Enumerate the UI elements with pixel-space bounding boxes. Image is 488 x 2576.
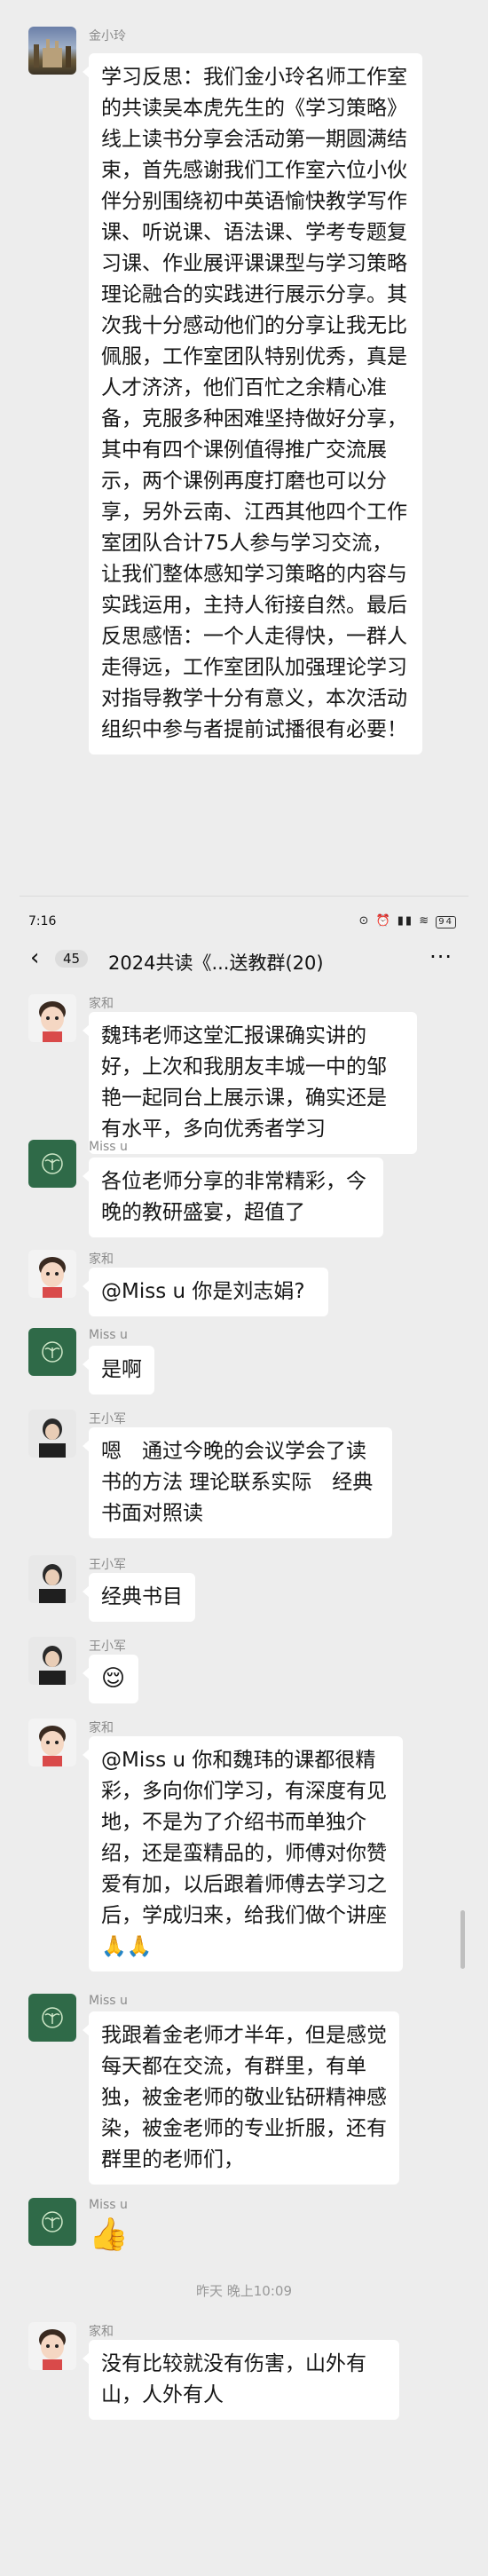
- plant-avatar-icon: [42, 2211, 63, 2232]
- message-bubble[interactable]: @Miss u 你和魏玮的课都很精彩，多向你们学习，有深度有见地，不是为了介绍书…: [83, 1736, 403, 1972]
- avatar[interactable]: [28, 1637, 76, 1685]
- plant-avatar-icon: [42, 2007, 63, 2028]
- chat-header: ‹ 45 2024共读《...送教群(20) ···: [20, 936, 468, 984]
- person-avatar-icon: [39, 1646, 66, 1685]
- sender-name: Miss u: [89, 1140, 128, 1154]
- back-arrow-icon[interactable]: ‹: [30, 946, 39, 969]
- status-time: 7:16: [28, 914, 57, 928]
- child-avatar-icon: [39, 1257, 66, 1298]
- sender-name: Miss u: [89, 1994, 128, 2008]
- screenshot-panel-chat: 7:16 ⊙ ⏰ ▮▮ ≋ 94 ‹ 45 2024共读《...送教群(20) …: [20, 907, 468, 2576]
- avatar[interactable]: [28, 1410, 76, 1458]
- chat-title[interactable]: 2024共读《...送教群(20): [108, 949, 324, 976]
- sender-name: 王小军: [89, 1640, 126, 1654]
- scrollbar-thumb[interactable]: [460, 1910, 465, 1969]
- message-bubble[interactable]: 是啊: [83, 1346, 154, 1395]
- avatar[interactable]: [28, 1719, 76, 1766]
- message-bubble[interactable]: 经典书目: [83, 1573, 195, 1622]
- message-bubble[interactable]: 学习反思：我们金小玲名师工作室的共读吴本虎先生的《学习策略》线上读书分享会活动第…: [83, 53, 422, 755]
- child-avatar-icon: [39, 2329, 66, 2370]
- screenshot-panel-top: 金小玲 学习反思：我们金小玲名师工作室的共读吴本虎先生的《学习策略》线上读书分享…: [20, 0, 468, 897]
- avatar[interactable]: [28, 2198, 76, 2246]
- message-bubble[interactable]: @Miss u 你是刘志娟?: [83, 1268, 328, 1316]
- child-avatar-icon: [39, 1001, 66, 1042]
- avatar[interactable]: [28, 994, 76, 1042]
- avatar[interactable]: [28, 1994, 76, 2042]
- message-bubble[interactable]: 嗯 通过今晚的会议学会了读书的方法 理论联系实际 经典书面对照读: [83, 1427, 392, 1538]
- battery-icon: 94: [436, 916, 456, 928]
- child-avatar-icon: [39, 1726, 66, 1766]
- message-timestamp: 昨天 晚上10:09: [196, 2283, 292, 2299]
- plant-avatar-icon: [42, 1341, 63, 1363]
- avatar[interactable]: [28, 1328, 76, 1376]
- plant-avatar-icon: [42, 1153, 63, 1174]
- avatar[interactable]: [28, 1555, 76, 1603]
- unread-count-badge[interactable]: 45: [55, 950, 89, 968]
- sender-name: 家和: [89, 997, 114, 1011]
- status-bar: 7:16 ⊙ ⏰ ▮▮ ≋ 94: [20, 907, 468, 934]
- signal-wifi-icons: ⊙ ⏰ ▮▮ ≋: [358, 914, 431, 928]
- sender-name: 王小军: [89, 1412, 126, 1426]
- thumbs-up-sticker[interactable]: 👍: [89, 2216, 129, 2255]
- message-bubble[interactable]: 没有比较就没有伤害，山外有山，人外有人: [83, 2340, 399, 2420]
- person-avatar-icon: [39, 1418, 66, 1458]
- person-avatar-icon: [39, 1564, 66, 1603]
- sender-name: 金小玲: [89, 29, 126, 43]
- sender-name: Miss u: [89, 2198, 128, 2212]
- sender-name: Miss u: [89, 1328, 128, 1342]
- message-bubble[interactable]: 各位老师分享的非常精彩，今晚的教研盛宴，超值了: [83, 1158, 383, 1237]
- sender-name: 家和: [89, 1721, 114, 1735]
- avatar[interactable]: [28, 1250, 76, 1298]
- sender-name: 家和: [89, 2325, 114, 2339]
- avatar[interactable]: [28, 27, 76, 75]
- message-bubble[interactable]: 我跟着金老师才半年，但是感觉每天都在交流，有群里，有单独，被金老师的敬业钻研精神…: [83, 2011, 399, 2185]
- message-bubble[interactable]: 魏玮老师这堂汇报课确实讲的好，上次和我朋友丰城一中的邹艳一起同台上展示课，确实还…: [83, 1012, 417, 1154]
- sender-name: 王小军: [89, 1558, 126, 1572]
- avatar[interactable]: [28, 1140, 76, 1188]
- sender-name: 家和: [89, 1252, 114, 1267]
- landscape-photo-icon: [34, 39, 71, 67]
- more-options-icon[interactable]: ···: [429, 944, 453, 969]
- status-icons: ⊙ ⏰ ▮▮ ≋ 94: [358, 914, 456, 928]
- message-bubble[interactable]: 😌: [83, 1655, 138, 1703]
- avatar[interactable]: [28, 2322, 76, 2370]
